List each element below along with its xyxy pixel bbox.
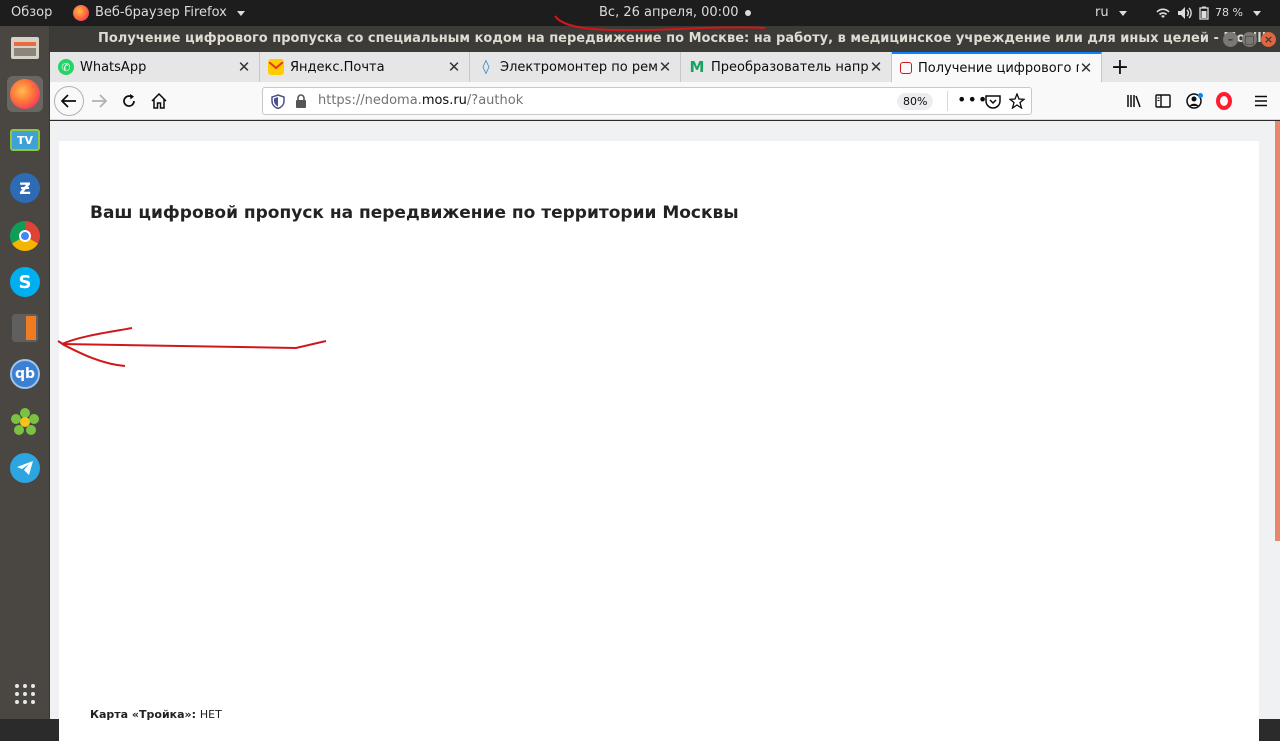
m-logo-icon: M: [689, 58, 705, 76]
tab-label: Преобразователь напряжения: [711, 59, 869, 75]
troika-status: Карта «Тройка»: НЕТ: [90, 708, 222, 721]
wifi-icon: [1156, 8, 1170, 18]
qbittorrent-icon[interactable]: qb: [7, 356, 43, 392]
url-suffix: /?authok: [466, 93, 524, 108]
account-button[interactable]: [1182, 88, 1208, 114]
tab-converter[interactable]: M Преобразователь напряжения ✕: [681, 52, 892, 82]
urlbar-divider: [947, 91, 948, 111]
tab-electromonter[interactable]: ◊ Электромонтер по ремонту ✕: [470, 52, 681, 82]
pocket-icon[interactable]: [985, 94, 1001, 109]
firefox-icon[interactable]: [7, 76, 43, 112]
system-indicators[interactable]: 78 %: [1155, 0, 1261, 26]
pass-card: Ваш цифровой пропуск на передвижение по …: [59, 141, 1259, 741]
close-tab-icon[interactable]: ✕: [869, 58, 883, 76]
app-grid-icon[interactable]: [7, 676, 43, 712]
app-menu-label: Веб-браузер Firefox: [95, 5, 227, 20]
opera-icon: [1216, 92, 1232, 110]
language-label: ru: [1095, 5, 1109, 20]
url-bar[interactable]: https://nedoma.mos.ru/?authok 80% •••: [262, 87, 1032, 115]
arrow-right-icon: [92, 94, 107, 108]
library-button[interactable]: [1121, 88, 1147, 114]
close-tab-icon[interactable]: ✕: [447, 58, 461, 76]
skype-icon[interactable]: S: [7, 264, 43, 300]
troika-value: НЕТ: [199, 708, 222, 721]
activities-label: Обзор: [11, 5, 53, 20]
window-title-bar[interactable]: Получение цифрового пропуска со специаль…: [50, 26, 1280, 52]
top-panel: Обзор Веб-браузер Firefox Вс, 26 апреля,…: [0, 0, 1280, 26]
app-menu[interactable]: Веб-браузер Firefox: [73, 0, 245, 26]
tab-digital-pass[interactable]: Получение цифрового пропуска ✕: [892, 52, 1102, 82]
firefox-icon: [73, 5, 89, 21]
lock-icon[interactable]: [295, 94, 307, 108]
clock-label: Вс, 26 апреля, 00:00: [599, 5, 739, 20]
files-icon[interactable]: [7, 30, 43, 66]
activities-button[interactable]: Обзор: [11, 0, 52, 26]
tab-strip: ✆ WhatsApp ✕ Яндекс.Почта ✕ ◊ Электромон…: [50, 52, 1280, 82]
window-title: Получение цифрового пропуска со специаль…: [98, 31, 1270, 46]
zoom-reset-button[interactable]: 80%: [897, 93, 934, 110]
telegram-icon[interactable]: [7, 450, 43, 486]
mail-icon: [268, 59, 284, 75]
page-actions-icon[interactable]: •••: [957, 88, 988, 112]
language-indicator[interactable]: ru: [1095, 0, 1127, 26]
icq-icon[interactable]: [7, 404, 43, 440]
tab-label: Получение цифрового пропуска: [918, 60, 1079, 76]
library-icon: [1127, 95, 1141, 108]
hamburger-icon: [1255, 95, 1267, 107]
home-button[interactable]: [146, 88, 172, 114]
reload-icon: [123, 94, 135, 107]
sidebar-button[interactable]: [1150, 88, 1176, 114]
close-window-button[interactable]: ×: [1261, 32, 1276, 47]
scrollbar[interactable]: [1275, 121, 1280, 541]
menu-button[interactable]: [1248, 88, 1274, 114]
tv-icon[interactable]: TV: [7, 122, 43, 158]
maximize-button[interactable]: □: [1242, 32, 1257, 47]
url-prefix: https://nedoma.: [318, 93, 422, 108]
battery-label: 78 %: [1215, 6, 1243, 19]
bookmark-star-icon[interactable]: [1009, 93, 1025, 109]
close-tab-icon[interactable]: ✕: [1079, 59, 1093, 77]
navigation-bar: https://nedoma.mos.ru/?authok 80% •••: [50, 82, 1280, 120]
tab-label: Яндекс.Почта: [290, 59, 385, 75]
chrome-icon[interactable]: [7, 218, 43, 254]
page-viewport[interactable]: Ваш цифровой пропуск на передвижение по …: [50, 121, 1280, 741]
opera-extension-button[interactable]: [1211, 88, 1237, 114]
close-tab-icon[interactable]: ✕: [237, 58, 251, 76]
chevron-down-icon: [236, 10, 245, 16]
reload-button[interactable]: [116, 88, 142, 114]
page-title: Ваш цифровой пропуск на передвижение по …: [90, 203, 739, 223]
account-icon: [1186, 93, 1203, 109]
bitwarden-icon[interactable]: Ƶ: [7, 170, 43, 206]
home-icon: [151, 93, 167, 109]
flame-icon: ◊: [482, 59, 490, 75]
tab-yandex-mail[interactable]: Яндекс.Почта ✕: [260, 52, 470, 82]
clock[interactable]: Вс, 26 апреля, 00:00: [599, 0, 751, 26]
minimize-button[interactable]: –: [1223, 32, 1238, 47]
arrow-left-icon: [61, 94, 76, 108]
chevron-down-icon: [1252, 10, 1261, 16]
url-text[interactable]: https://nedoma.mos.ru/?authok: [318, 88, 523, 114]
url-domain: mos.ru: [421, 93, 467, 108]
troika-label: Карта «Тройка»:: [90, 708, 197, 721]
tracking-shield-icon[interactable]: [271, 94, 285, 109]
forward-button[interactable]: [86, 88, 112, 114]
tab-whatsapp[interactable]: ✆ WhatsApp ✕: [50, 52, 260, 82]
new-tab-button[interactable]: +: [1107, 54, 1133, 80]
battery-icon: [1199, 6, 1209, 20]
notification-dot-icon: [744, 10, 751, 16]
launcher: TV Ƶ S qb: [0, 26, 50, 719]
mos-ru-icon: [900, 62, 912, 74]
sidebar-icon: [1155, 94, 1171, 108]
volume-icon: [1178, 7, 1192, 19]
back-button[interactable]: [54, 86, 84, 116]
close-tab-icon[interactable]: ✕: [658, 58, 672, 76]
calculator-icon[interactable]: [7, 310, 43, 346]
whatsapp-icon: ✆: [58, 59, 74, 75]
tab-label: WhatsApp: [80, 59, 147, 75]
chevron-down-icon: [1118, 10, 1127, 16]
tab-label: Электромонтер по ремонту: [500, 59, 658, 75]
